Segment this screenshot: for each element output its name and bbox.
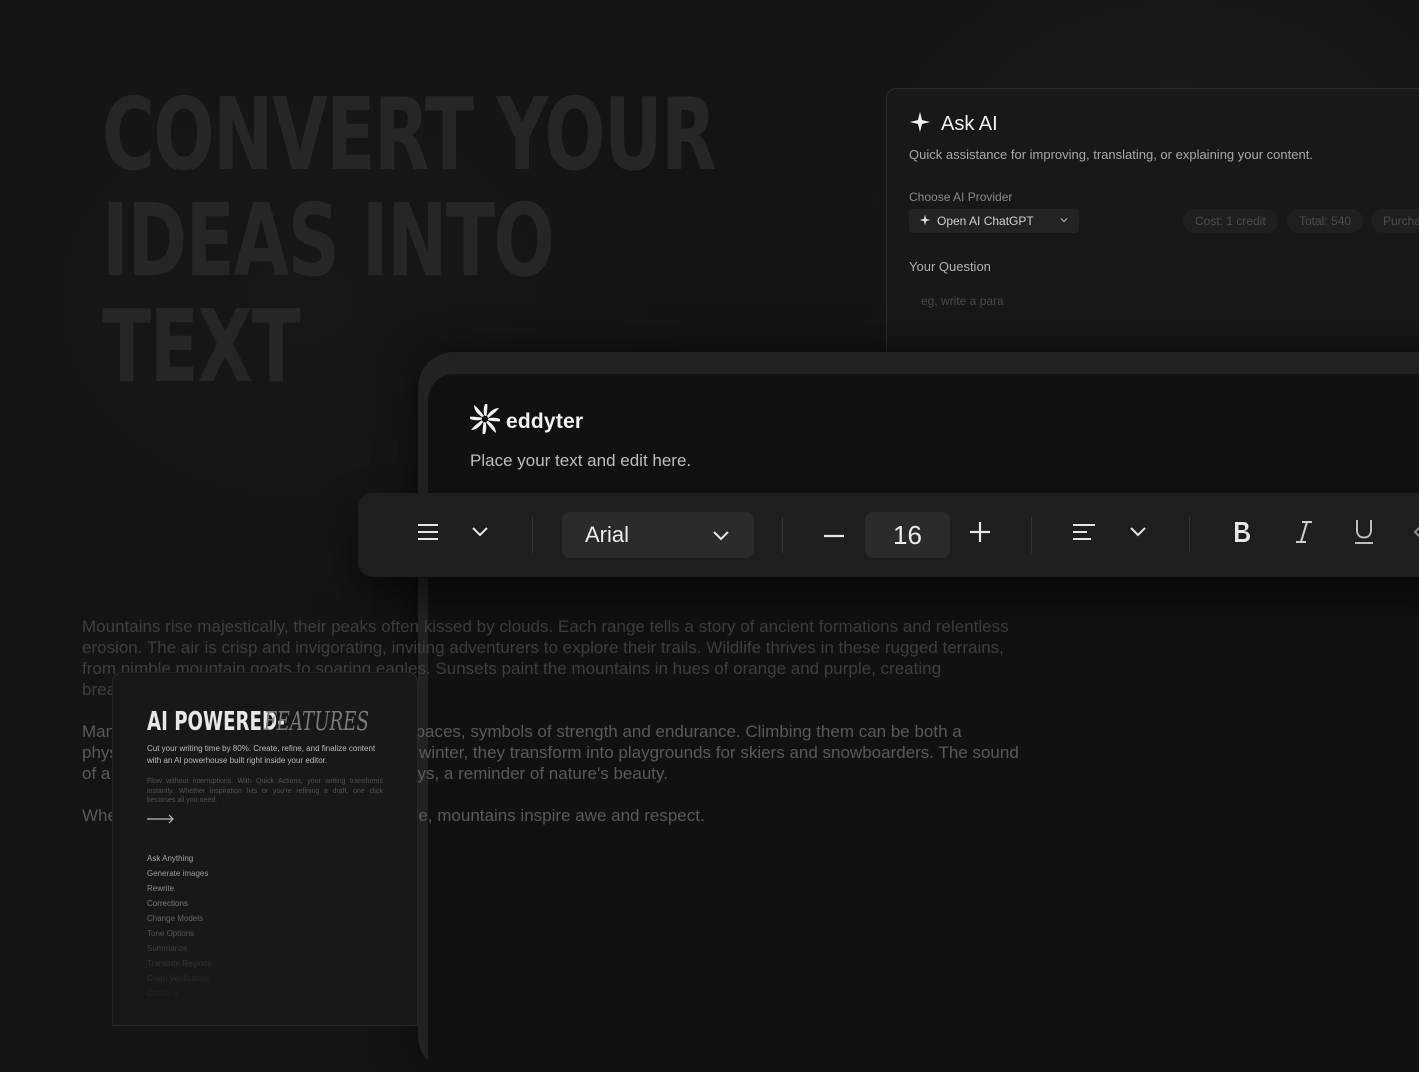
total-badge: Total: 540 [1287, 209, 1364, 233]
ask-ai-title: Ask AI [941, 113, 998, 135]
formatting-toolbar: Arial 16 [358, 493, 1419, 577]
editor-placeholder[interactable]: Place your text and edit here. [470, 451, 691, 471]
toolbar-divider [1031, 517, 1032, 553]
hero-line-1: Convert your [102, 76, 716, 193]
increase-font-size-button[interactable] [962, 511, 998, 557]
chevron-down-icon [471, 525, 489, 543]
toolbar-divider [782, 517, 783, 553]
align-left-icon [1072, 523, 1096, 546]
decrease-font-size-button[interactable] [816, 511, 852, 557]
ai-features-card: AI POWERED-FEATURES Cut your writing tim… [112, 672, 418, 1026]
provider-select[interactable]: Open AI ChatGPT [909, 209, 1079, 233]
minus-icon [824, 525, 844, 543]
features-secondary-description: Flow without interruptions. With Quick A… [147, 778, 383, 804]
font-family-value: Arial [585, 522, 630, 547]
eddyter-logo-icon [467, 401, 503, 439]
block-type-button[interactable] [408, 511, 448, 557]
brand-logo: eddyter [467, 401, 584, 439]
purchase-button[interactable]: Purcha [1371, 209, 1419, 233]
toolbar-divider [532, 517, 533, 553]
menu-icon [417, 523, 439, 546]
feature-item[interactable]: Change Models [147, 911, 212, 926]
bold-button[interactable] [1224, 511, 1260, 557]
font-size-input[interactable]: 16 [865, 512, 950, 558]
feature-item[interactable]: Translate Regions [147, 956, 212, 971]
cost-badge: Cost: 1 credit [1183, 209, 1278, 233]
feature-item[interactable]: Citations [147, 986, 212, 1001]
chevron-down-icon [1059, 214, 1069, 228]
feature-item[interactable]: Summarize [147, 941, 212, 956]
ask-ai-subtitle: Quick assistance for improving, translat… [909, 147, 1313, 162]
hero-line-2: ideas into [102, 182, 555, 299]
features-title-accent: FEATURES [264, 707, 370, 737]
feature-item[interactable]: Corrections [147, 896, 212, 911]
underline-icon [1353, 519, 1375, 550]
chevron-left-icon [1413, 524, 1419, 545]
more-tools-button[interactable] [1408, 511, 1419, 557]
question-input[interactable] [909, 287, 1233, 315]
arrow-right-icon[interactable] [147, 811, 175, 824]
chevron-down-icon [1129, 525, 1147, 543]
sparkle-icon [909, 111, 931, 138]
features-title: AI POWERED-FEATURES [147, 707, 414, 737]
block-type-dropdown[interactable] [462, 511, 498, 557]
feature-item[interactable]: Claim Verification [147, 971, 212, 986]
align-button[interactable] [1064, 511, 1104, 557]
ask-ai-panel: Ask AI Quick assistance for improving, t… [886, 88, 1419, 390]
features-list: Ask Anything Generate images Rewrite Cor… [147, 851, 212, 1001]
features-description: Cut your writing time by 80%. Create, re… [147, 744, 376, 765]
question-label: Your Question [909, 259, 991, 274]
brand-name: eddyter [506, 409, 584, 433]
feature-item[interactable]: Ask Anything [147, 851, 212, 866]
provider-label: Choose AI Provider [909, 190, 1013, 204]
underline-button[interactable] [1346, 511, 1382, 557]
toolbar-divider [1189, 517, 1190, 553]
provider-value: Open AI ChatGPT [937, 214, 1034, 228]
align-dropdown[interactable] [1120, 511, 1156, 557]
ask-ai-header: Ask AI [909, 111, 998, 138]
feature-item[interactable]: Rewrite [147, 881, 212, 896]
font-family-select[interactable]: Arial [562, 512, 754, 558]
italic-icon [1294, 520, 1314, 549]
feature-item[interactable]: Tone Options [147, 926, 212, 941]
chevron-down-icon [712, 522, 730, 548]
plus-icon [970, 521, 990, 547]
italic-button[interactable] [1286, 511, 1322, 557]
sparkle-icon [919, 214, 931, 229]
bold-icon [1232, 520, 1252, 549]
feature-item[interactable]: Generate images [147, 866, 212, 881]
